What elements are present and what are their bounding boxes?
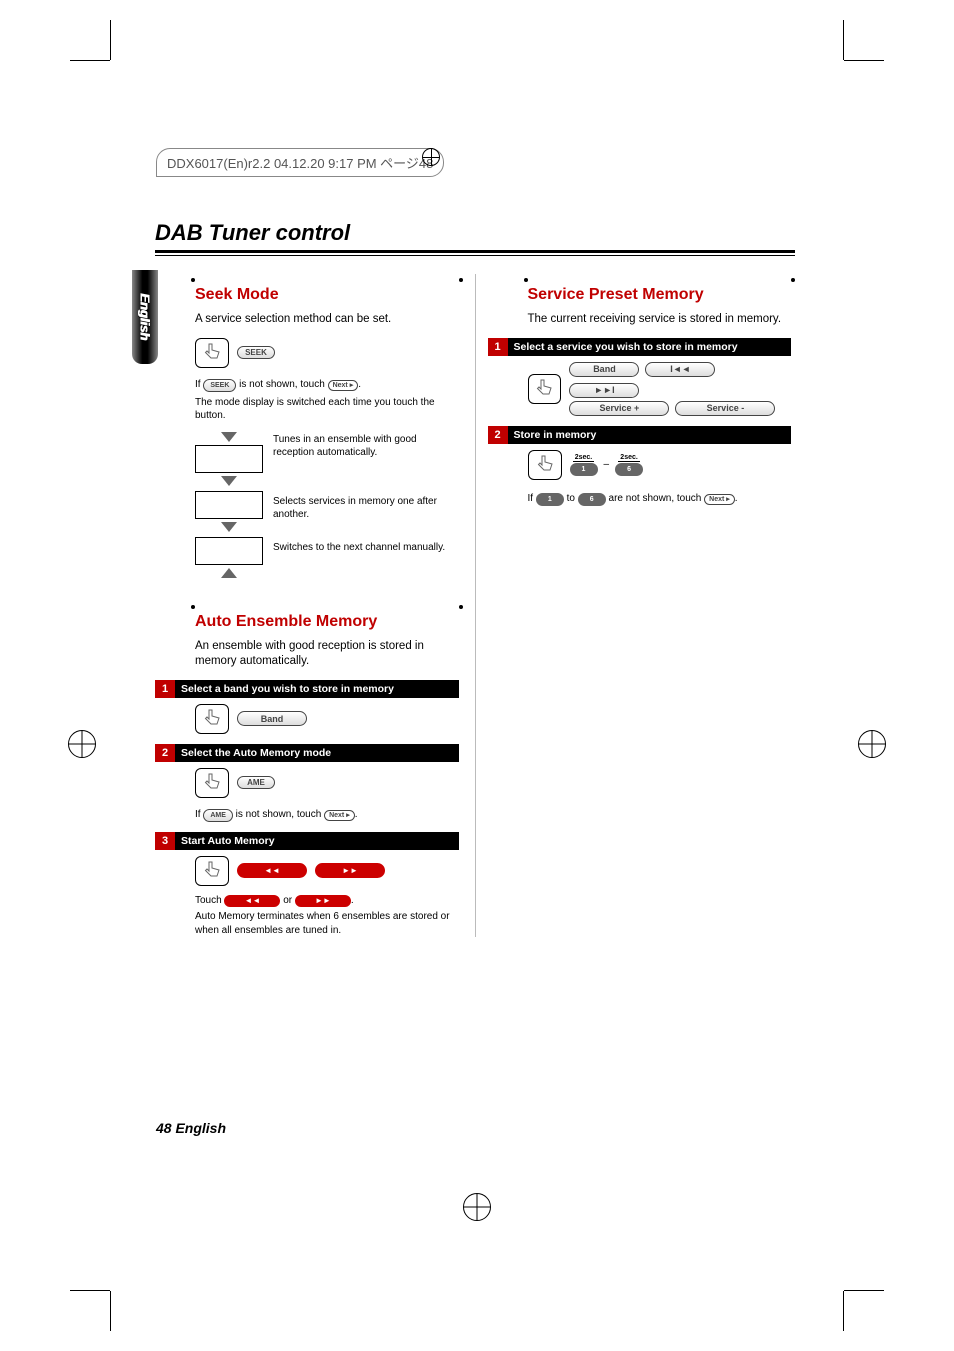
hold-2sec-label: 2sec.	[618, 454, 640, 462]
ame-button[interactable]: AME	[237, 776, 275, 789]
touch-icon	[195, 768, 229, 798]
preset-1-small[interactable]: 1	[536, 493, 564, 506]
touch-icon	[528, 450, 562, 480]
step-1-bar: 1 Select a band you wish to store in mem…	[155, 680, 459, 698]
page-title: DAB Tuner control	[155, 220, 795, 253]
preset-6-small[interactable]: 6	[578, 493, 606, 506]
preset-6-button[interactable]: 6	[615, 463, 643, 476]
forward-button[interactable]: ►►	[315, 863, 385, 878]
registration-mark-left	[68, 730, 96, 758]
auto-memory-note: Auto Memory terminates when 6 ensembles …	[195, 910, 459, 937]
ame-button-small[interactable]: AME	[203, 809, 233, 822]
preset-step-2-bar: 2 Store in memory	[488, 426, 792, 444]
mode-display-box	[195, 491, 263, 519]
step-3-bar: 3 Start Auto Memory	[155, 832, 459, 850]
page-footer: 48 English	[156, 1120, 226, 1136]
next-button[interactable]: Next ▸	[328, 380, 359, 391]
rewind-button-small[interactable]: ◄◄	[224, 895, 280, 907]
track-prev-button[interactable]: I◄◄	[645, 362, 715, 377]
hold-2sec-label: 2sec.	[573, 454, 595, 462]
seek-button[interactable]: SEEK	[237, 346, 275, 359]
mode-3-desc: Switches to the next channel manually.	[273, 537, 459, 554]
step-2-bar: 2 Select the Auto Memory mode	[155, 744, 459, 762]
mode-display-box	[195, 537, 263, 565]
preset-if-note: If 1 to 6 are not shown, touch Next ▸.	[528, 492, 792, 506]
touch-icon	[195, 856, 229, 886]
seek-switch-note: The mode display is switched each time y…	[195, 396, 459, 423]
next-button[interactable]: Next ▸	[324, 810, 355, 821]
preset-step-1-bar: 1 Select a service you wish to store in …	[488, 338, 792, 356]
touch-icon	[528, 374, 562, 404]
seek-button-small[interactable]: SEEK	[203, 379, 236, 392]
seek-mode-intro: A service selection method can be set.	[195, 312, 459, 328]
language-tab-label: English	[138, 294, 153, 341]
mode-2-desc: Selects services in memory one after ano…	[273, 491, 459, 521]
preset-memory-intro: The current receiving service is stored …	[528, 312, 792, 328]
registration-mark-bottom	[463, 1193, 491, 1221]
touch-icon	[195, 338, 229, 368]
slug-registration-icon	[422, 148, 440, 166]
touch-icon	[195, 704, 229, 734]
track-next-button[interactable]: ►►I	[569, 383, 639, 398]
slugline: DDX6017(En)r2.2 04.12.20 9:17 PM ページ48	[156, 148, 444, 177]
next-button[interactable]: Next ▸	[704, 494, 735, 505]
registration-mark-right	[858, 730, 886, 758]
seek-if-note: If SEEK is not shown, touch Next ▸.	[195, 378, 459, 392]
mode-1-desc: Tunes in an ensemble with good reception…	[273, 429, 459, 459]
band-button[interactable]: Band	[569, 362, 639, 377]
ame-if-note: If AME is not shown, touch Next ▸.	[195, 808, 459, 822]
rewind-button[interactable]: ◄◄	[237, 863, 307, 878]
preset-1-button[interactable]: 1	[570, 463, 598, 476]
forward-button-small[interactable]: ►►	[295, 895, 351, 907]
service-minus-button[interactable]: Service -	[675, 401, 775, 416]
auto-touch-note: Touch ◄◄ or ►►.	[195, 894, 459, 908]
mode-display-box	[195, 445, 263, 473]
band-button[interactable]: Band	[237, 711, 307, 726]
service-plus-button[interactable]: Service +	[569, 401, 669, 416]
auto-ensemble-heading: Auto Ensemble Memory	[195, 613, 459, 631]
preset-memory-heading: Service Preset Memory	[528, 286, 792, 304]
seek-mode-heading: Seek Mode	[195, 286, 459, 304]
auto-ensemble-intro: An ensemble with good reception is store…	[195, 639, 459, 670]
